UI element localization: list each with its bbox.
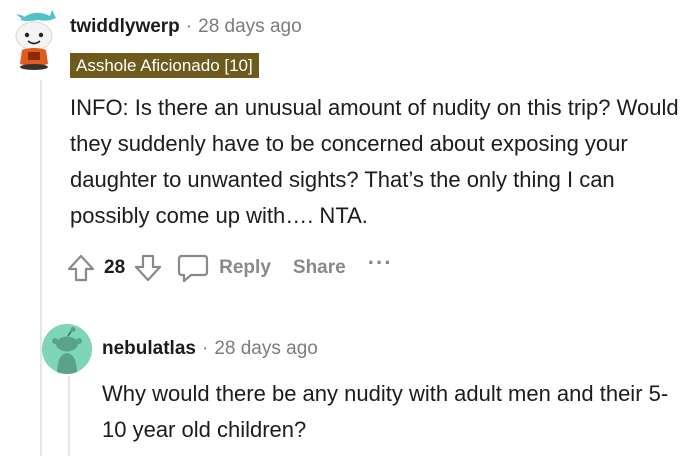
more-options-button[interactable]: ··· (368, 250, 393, 276)
reply-thread-line[interactable] (68, 376, 70, 456)
comment-actions: 28 Reply Share ··· (66, 250, 393, 286)
comment-body: INFO: Is there an unusual amount of nudi… (70, 95, 679, 228)
downvote-arrow-icon[interactable] (133, 253, 163, 283)
upvote-arrow-icon[interactable] (66, 253, 96, 283)
user-avatar-icon[interactable] (8, 6, 60, 70)
share-button[interactable]: Share (293, 257, 346, 279)
reply-timestamp[interactable]: 28 days ago (214, 338, 318, 360)
comment-header: twiddlywerp · 28 days ago (70, 16, 302, 38)
reply-username[interactable]: nebulatlas (102, 338, 196, 360)
separator: · (185, 16, 193, 37)
reply-label: Reply (219, 257, 271, 278)
vote-score: 28 (104, 257, 126, 278)
reply-button[interactable]: Reply (177, 253, 271, 283)
user-flair: Asshole Aficionado [10] (70, 53, 259, 78)
reply-header: nebulatlas · 28 days ago (102, 338, 318, 360)
speech-bubble-icon (177, 253, 209, 283)
username[interactable]: twiddlywerp (70, 16, 180, 38)
reply-separator: · (201, 338, 209, 359)
comment-thread: twiddlywerp · 28 days ago Asshole Aficio… (0, 0, 700, 456)
thread-line[interactable] (40, 80, 42, 456)
reply-body: Why would there be any nudity with adult… (102, 381, 669, 442)
reply-avatar-icon[interactable] (42, 324, 92, 374)
timestamp[interactable]: 28 days ago (198, 16, 302, 38)
